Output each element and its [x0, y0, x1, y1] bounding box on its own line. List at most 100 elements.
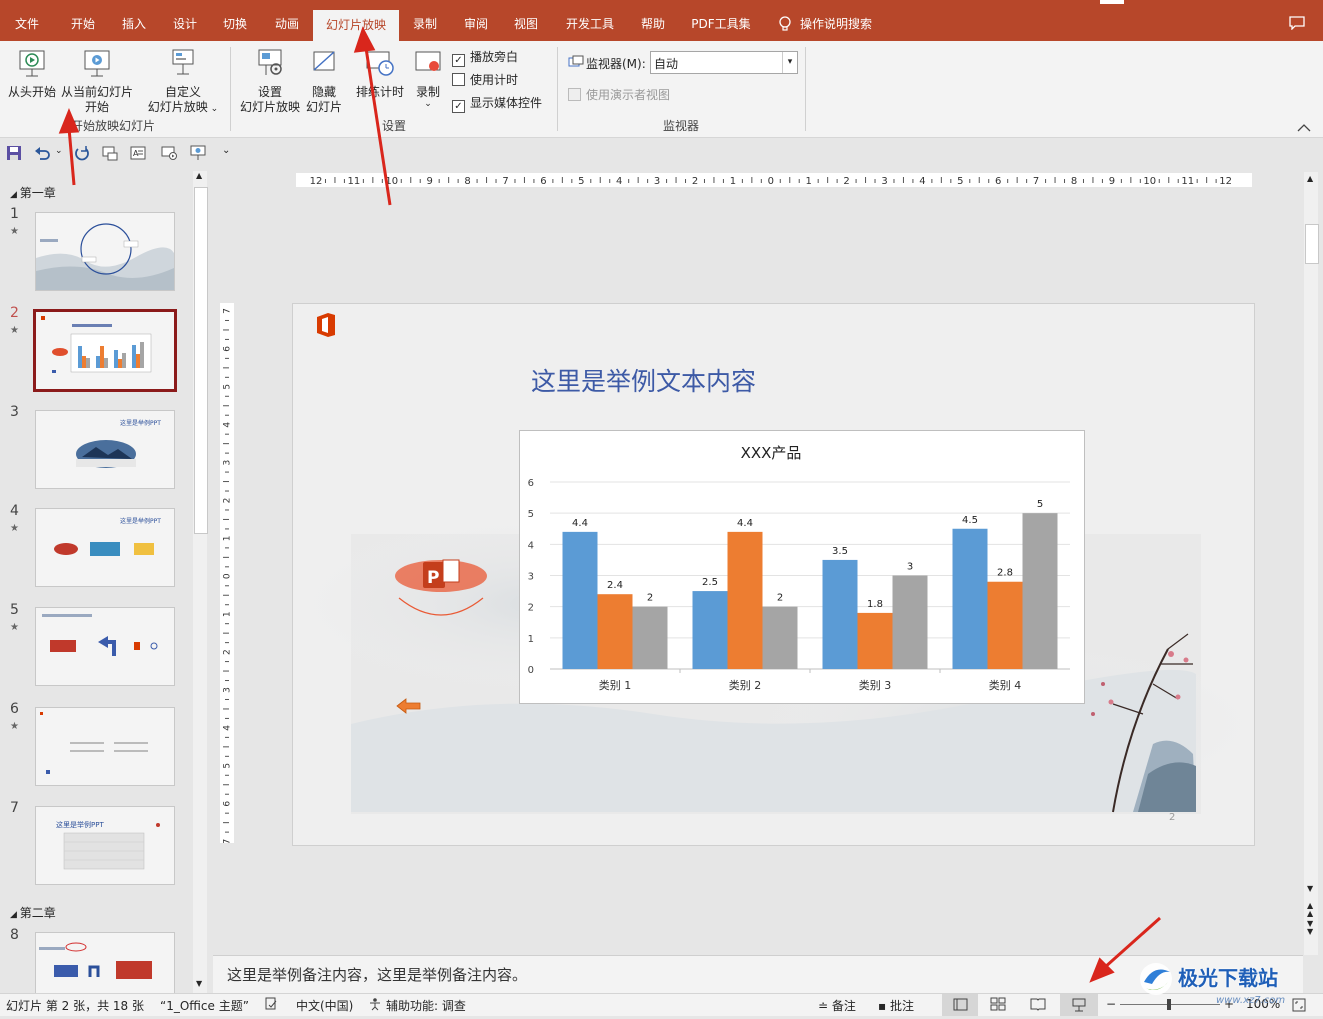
group-divider: [557, 47, 558, 131]
slide-thumbnail-2[interactable]: [33, 309, 177, 392]
scroll-down-arrow-icon[interactable]: ▼: [1307, 884, 1313, 893]
slide-sorter-icon[interactable]: [990, 997, 1006, 1014]
tab-help[interactable]: 帮助: [630, 0, 676, 41]
thumbnail-scrollbar[interactable]: ▲ ▼: [193, 171, 208, 993]
notes-text[interactable]: 这里是举例备注内容，这里是举例备注内容。: [227, 964, 527, 985]
tab-transitions[interactable]: 切换: [212, 0, 258, 41]
slideshow-view-button[interactable]: [1060, 994, 1098, 1016]
scroll-up-arrow-icon[interactable]: ▲: [1307, 174, 1313, 183]
presenter-view-checkbox[interactable]: 使用演示者视图: [568, 86, 670, 103]
from-beginning-button[interactable]: 从头开始: [4, 47, 60, 100]
fit-to-window-icon[interactable]: [1292, 998, 1306, 1015]
tab-record[interactable]: 录制: [402, 0, 448, 41]
rehearse-timings-button[interactable]: 排练计时: [352, 47, 408, 100]
ruler-label: 2: [223, 649, 233, 655]
previous-slide-icon[interactable]: ▲ ▲: [1307, 902, 1313, 918]
comments-icon[interactable]: [1289, 16, 1305, 33]
dropdown-arrow-icon[interactable]: ▾: [782, 52, 797, 73]
language[interactable]: 中文(中国): [296, 997, 353, 1014]
slide-thumbnail-3[interactable]: 这里是举例PPT: [35, 410, 175, 489]
svg-text:这里是举例PPT: 这里是举例PPT: [120, 517, 161, 525]
tab-review[interactable]: 审阅: [453, 0, 499, 41]
from-current-button[interactable]: 从当前幻灯片 开始: [58, 47, 136, 115]
setup-slideshow-button[interactable]: 设置 幻灯片放映: [238, 47, 302, 115]
scroll-up-arrow-icon[interactable]: ▲: [196, 171, 202, 180]
tab-insert[interactable]: 插入: [110, 0, 158, 41]
next-slide-icon[interactable]: ▼ ▼: [1307, 920, 1313, 936]
slide-thumbnail-8[interactable]: [35, 932, 175, 994]
back-arrow-icon[interactable]: [396, 697, 422, 715]
tab-view[interactable]: 视图: [503, 0, 549, 41]
new-slide-icon[interactable]: [102, 145, 118, 161]
tab-file[interactable]: 文件: [6, 0, 48, 41]
tell-me-search[interactable]: 操作说明搜索: [800, 0, 882, 41]
record-button[interactable]: 录制 ⌄: [408, 47, 448, 109]
ruler-label: 5: [223, 763, 233, 769]
monitor-select[interactable]: 自动 ▾: [650, 51, 798, 74]
y-tick-label: 3: [528, 572, 534, 583]
tab-design[interactable]: 设计: [162, 0, 208, 41]
chart-bar[interactable]: [632, 606, 668, 669]
chart-bar[interactable]: [952, 528, 988, 669]
normal-view-button[interactable]: [942, 994, 978, 1016]
play-narration-checkbox[interactable]: ✓ 播放旁白: [452, 48, 518, 67]
reading-view-icon[interactable]: [1030, 997, 1046, 1014]
custom-slideshow-button[interactable]: 自定义 幻灯片放映 ⌄: [146, 47, 220, 117]
bar-chart[interactable]: XXX产品 0 1 2 3 4 5 6 4.4 2.4 2 类别 1 2.5 4.4 2 类别 2 3.5 1.…: [519, 430, 1085, 704]
collapse-section-icon: ◢: [10, 910, 20, 920]
slide-thumbnail-7[interactable]: 这里是举例PPT: [35, 806, 175, 885]
zoom-out-icon[interactable]: −: [1106, 997, 1116, 1011]
chart-bar[interactable]: [597, 594, 633, 669]
show-media-controls-checkbox[interactable]: ✓ 显示媒体控件: [452, 94, 542, 113]
slide-thumbnail-6[interactable]: [35, 707, 175, 786]
hide-label-1: 隐藏: [311, 85, 336, 99]
tab-home[interactable]: 开始: [58, 0, 108, 41]
notes-toggle-button[interactable]: ≐ 备注: [818, 997, 856, 1014]
chevron-down-icon[interactable]: ⌄: [55, 146, 63, 156]
accessibility-status[interactable]: 辅助功能: 调查: [386, 997, 466, 1014]
tab-slideshow[interactable]: 幻灯片放映: [313, 10, 399, 41]
slide-title[interactable]: 这里是举例文本内容: [531, 362, 756, 398]
ruler-label: 6: [540, 176, 546, 187]
spellcheck-icon[interactable]: [264, 997, 278, 1014]
chart-title[interactable]: XXX产品: [741, 444, 802, 462]
window-control[interactable]: [1100, 0, 1124, 4]
chart-bar[interactable]: [822, 559, 858, 669]
slide-thumbnail-5[interactable]: [35, 607, 175, 686]
ruler-label: 1: [806, 176, 812, 187]
chart-bar[interactable]: [857, 612, 893, 669]
chart-bar[interactable]: [727, 531, 763, 669]
section-header[interactable]: ◢ 第一章: [10, 184, 56, 201]
slide-thumbnail-1[interactable]: [35, 212, 175, 291]
redo-icon[interactable]: [74, 145, 90, 161]
chart-bar[interactable]: [762, 606, 798, 669]
collapse-ribbon-icon[interactable]: [1297, 121, 1311, 135]
ruler-label: 1: [223, 536, 233, 542]
present-icon[interactable]: [161, 145, 177, 161]
hide-slide-button[interactable]: 隐藏 幻灯片: [302, 47, 346, 115]
tab-pdf-tools[interactable]: PDF工具集: [682, 0, 760, 41]
save-icon[interactable]: [6, 145, 22, 161]
tab-developer[interactable]: 开发工具: [555, 0, 625, 41]
customize-qat-icon[interactable]: ⌄: [222, 145, 230, 156]
chart-bar[interactable]: [892, 575, 928, 670]
chart-bar[interactable]: [562, 531, 598, 669]
ruler-label: 3: [223, 687, 233, 693]
slide-thumbnail-4[interactable]: 这里是举例PPT: [35, 508, 175, 587]
chart-bar[interactable]: [1022, 513, 1058, 669]
scrollbar-thumb[interactable]: [194, 187, 208, 534]
slideshow-icon[interactable]: [190, 145, 206, 161]
text-box-icon[interactable]: A: [130, 145, 146, 161]
editor-scrollbar[interactable]: ▲ ▼ ▲ ▲ ▼ ▼: [1304, 172, 1319, 955]
chart-bar[interactable]: [692, 591, 728, 669]
undo-icon[interactable]: [34, 145, 50, 161]
comments-toggle-button[interactable]: ▪ 批注: [878, 997, 914, 1014]
svg-text:这里是举例PPT: 这里是举例PPT: [120, 419, 161, 427]
accessibility-icon[interactable]: [368, 997, 382, 1014]
use-timings-checkbox[interactable]: 使用计时: [452, 71, 518, 88]
chart-bar[interactable]: [987, 581, 1023, 669]
tab-animations[interactable]: 动画: [264, 0, 310, 41]
scrollbar-thumb[interactable]: [1305, 224, 1319, 264]
scroll-down-arrow-icon[interactable]: ▼: [196, 979, 202, 988]
section-header[interactable]: ◢ 第二章: [10, 904, 56, 921]
